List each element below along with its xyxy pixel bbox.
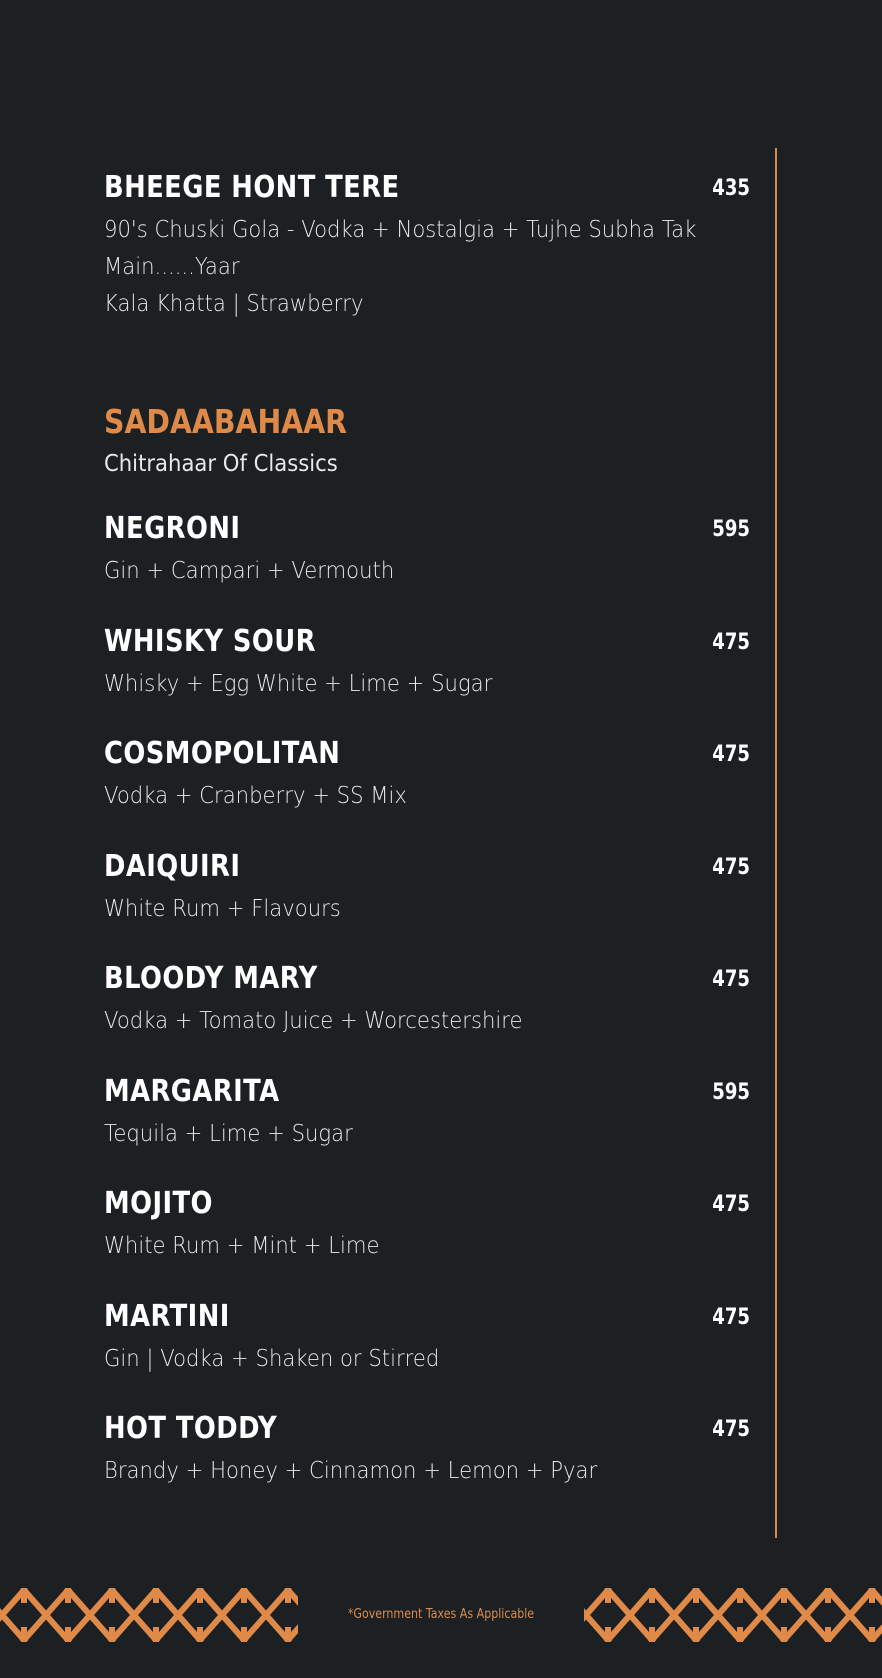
- tax-note: *Government Taxes As Applicable: [347, 1607, 535, 1622]
- item-name: MARTINI: [104, 1299, 230, 1334]
- item-name: MOJITO: [104, 1186, 213, 1221]
- item-price: 595: [712, 1080, 750, 1105]
- menu-page: BHEEGE HONT TERE 435 90's Chuski Gola - …: [0, 0, 882, 1678]
- menu-item: HOT TODDY 475 Brandy + Honey + Cinnamon …: [104, 1411, 750, 1491]
- item-name: WHISKY SOUR: [104, 624, 316, 659]
- item-name: HOT TODDY: [104, 1411, 278, 1446]
- menu-item: WHISKY SOUR 475 Whisky + Egg White + Lim…: [104, 624, 750, 704]
- item-description: Gin + Campari + Vermouth: [104, 558, 395, 584]
- item-price: 475: [712, 1417, 750, 1442]
- item-name: MARGARITA: [104, 1074, 280, 1109]
- item-name: NEGRONI: [104, 511, 241, 546]
- item-name: BHEEGE HONT TERE: [104, 170, 400, 205]
- item-description-line: 90's Chuski Gola - Vodka + Nostalgia + T…: [104, 217, 697, 243]
- menu-item: MARGARITA 595 Tequila + Lime + Sugar: [104, 1074, 750, 1154]
- item-description: Brandy + Honey + Cinnamon + Lemon + Pyar: [104, 1458, 598, 1484]
- item-description: Whisky + Egg White + Lime + Sugar: [104, 671, 493, 697]
- item-name: BLOODY MARY: [104, 961, 318, 996]
- item-price: 475: [712, 855, 750, 880]
- item-description-line: Main......Yaar: [104, 254, 240, 280]
- item-description-line: Kala Khatta | Strawberry: [104, 291, 364, 317]
- menu-item: COSMOPOLITAN 475 Vodka + Cranberry + SS …: [104, 736, 750, 816]
- item-price: 475: [712, 630, 750, 655]
- item-price: 475: [712, 1192, 750, 1217]
- item-description: Vodka + Tomato Juice + Worcestershire: [104, 1008, 523, 1034]
- item-description: White Rum + Flavours: [104, 896, 341, 922]
- menu-item-featured: BHEEGE HONT TERE 435 90's Chuski Gola - …: [104, 170, 750, 320]
- section-subtitle: Chitrahaar Of Classics: [104, 451, 338, 477]
- item-description: Tequila + Lime + Sugar: [104, 1121, 353, 1147]
- item-price: 595: [712, 517, 750, 542]
- footer-pattern-left: [0, 1588, 298, 1642]
- accent-divider-line: [775, 148, 777, 1538]
- item-name: DAIQUIRI: [104, 849, 241, 884]
- menu-item: MARTINI 475 Gin | Vodka + Shaken or Stir…: [104, 1299, 750, 1379]
- item-price: 435: [712, 176, 750, 201]
- menu-item: BLOODY MARY 475 Vodka + Tomato Juice + W…: [104, 961, 750, 1041]
- item-price: 475: [712, 742, 750, 767]
- item-price: 475: [712, 1305, 750, 1330]
- menu-item: MOJITO 475 White Rum + Mint + Lime: [104, 1186, 750, 1266]
- menu-item: DAIQUIRI 475 White Rum + Flavours: [104, 849, 750, 929]
- menu-item: NEGRONI 595 Gin + Campari + Vermouth: [104, 511, 750, 591]
- item-description: White Rum + Mint + Lime: [104, 1233, 380, 1259]
- section-title: SADAABAHAAR: [104, 402, 348, 441]
- footer-pattern-right: [584, 1588, 882, 1642]
- item-price: 475: [712, 967, 750, 992]
- item-description: 90's Chuski Gola - Vodka + Nostalgia + T…: [104, 212, 697, 323]
- item-description: Vodka + Cranberry + SS Mix: [104, 783, 407, 809]
- item-description: Gin | Vodka + Shaken or Stirred: [104, 1346, 440, 1372]
- item-name: COSMOPOLITAN: [104, 736, 341, 771]
